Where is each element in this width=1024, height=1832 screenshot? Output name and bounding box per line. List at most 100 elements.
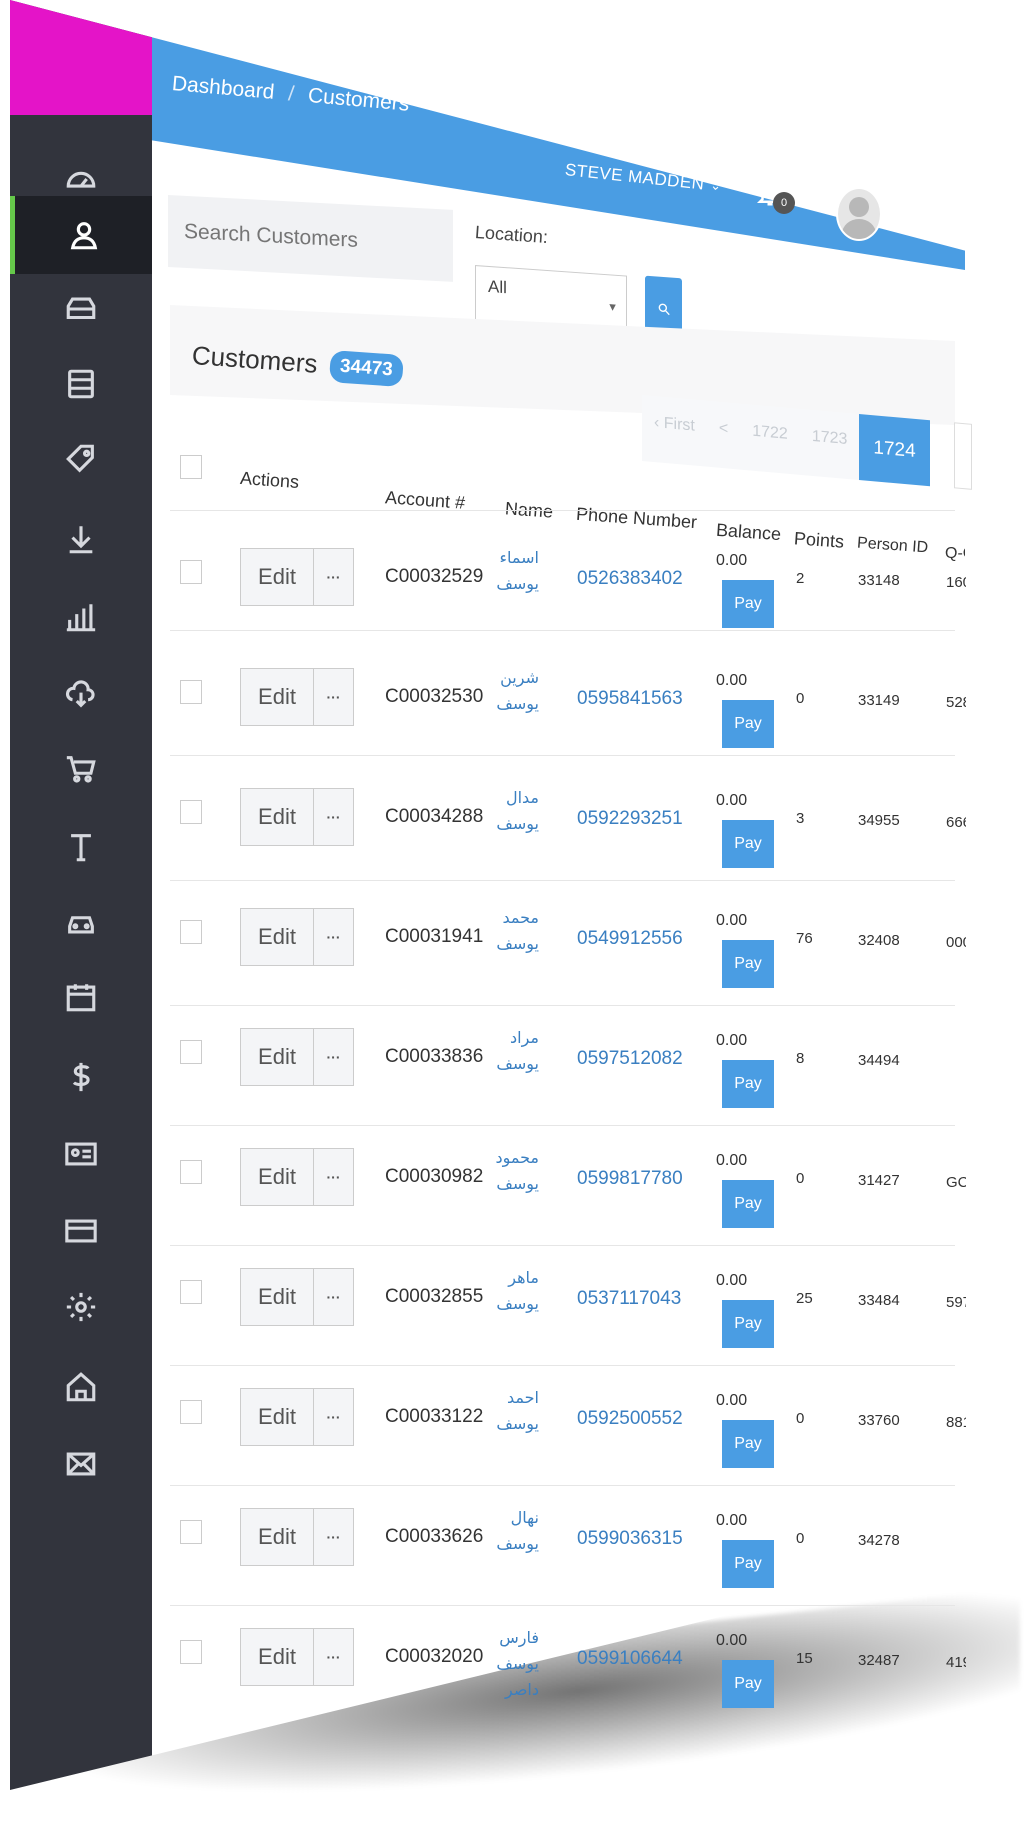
more-options-button[interactable]: ···	[314, 1508, 354, 1566]
row-checkbox[interactable]	[180, 1520, 202, 1544]
pager-page-1722[interactable]: 1722	[740, 403, 800, 475]
col-qc[interactable]: Q-C	[945, 545, 965, 563]
pager-current[interactable]: 1724	[859, 414, 930, 487]
more-options-button[interactable]: ···	[314, 1028, 354, 1086]
customer-name[interactable]: احمد يوسف	[496, 1386, 539, 1438]
points-value: 25	[796, 1290, 813, 1307]
more-options-button[interactable]: ···	[314, 788, 354, 846]
sidebar-item-price-rules[interactable]	[10, 420, 152, 498]
sidebar-item-sales[interactable]	[10, 730, 152, 808]
col-balance[interactable]: Balance	[715, 520, 781, 545]
sidebar-item-customers[interactable]	[10, 196, 152, 274]
notifications-button[interactable]: 0	[755, 178, 795, 218]
sidebar-item-settings[interactable]	[10, 1268, 152, 1346]
row-checkbox[interactable]	[180, 1040, 202, 1064]
row-checkbox[interactable]	[180, 680, 202, 704]
pay-button[interactable]: Pay	[722, 1540, 774, 1588]
pay-button[interactable]: Pay	[722, 1300, 774, 1348]
pay-button[interactable]: Pay	[722, 580, 774, 628]
more-options-button[interactable]: ···	[314, 548, 354, 606]
pay-button[interactable]: Pay	[722, 1180, 774, 1228]
search-input[interactable]	[168, 195, 453, 282]
phone-number[interactable]: 0537117043	[577, 1288, 681, 1310]
customer-name[interactable]: نهال يوسف	[496, 1506, 539, 1558]
balance-value: 0.00	[716, 1392, 748, 1409]
avatar[interactable]	[836, 187, 882, 241]
more-options-button[interactable]: ···	[314, 668, 354, 726]
edit-button[interactable]: Edit	[240, 1508, 314, 1566]
more-options-button[interactable]: ···	[314, 1628, 354, 1686]
phone-number[interactable]: 0599036315	[577, 1528, 683, 1550]
sidebar-item-deliveries[interactable]	[10, 655, 152, 733]
customer-name[interactable]: محمد يوسف	[496, 906, 539, 958]
sidebar-item-vehicles[interactable]	[10, 883, 152, 961]
row-checkbox[interactable]	[180, 920, 202, 944]
phone-number[interactable]: 0592500552	[577, 1408, 683, 1430]
customer-name[interactable]: شرين يوسف	[496, 666, 539, 718]
name-line-1: مدال	[505, 790, 539, 807]
edit-button[interactable]: Edit	[240, 548, 314, 606]
customer-name[interactable]: مدال يوسف	[496, 786, 539, 838]
pay-button[interactable]: Pay	[722, 1660, 774, 1708]
customer-name[interactable]: مراد يوسف	[496, 1026, 539, 1078]
pager-prev[interactable]: <	[706, 400, 741, 470]
pager-first[interactable]: ‹ First	[642, 395, 707, 467]
phone-number[interactable]: 0599106644	[577, 1648, 683, 1670]
sidebar-item-employees[interactable]	[10, 1115, 152, 1193]
pay-button[interactable]: Pay	[722, 1420, 774, 1468]
phone-number[interactable]: 0595841563	[577, 688, 683, 710]
sidebar-item-reports[interactable]	[10, 578, 152, 656]
more-options-button[interactable]: ···	[314, 1388, 354, 1446]
pay-button[interactable]: Pay	[722, 1060, 774, 1108]
row-actions: Edit ···	[240, 788, 354, 846]
sidebar-item-locations[interactable]	[10, 1348, 152, 1426]
more-options-button[interactable]: ···	[314, 908, 354, 966]
edit-button[interactable]: Edit	[240, 1628, 314, 1686]
pay-button[interactable]: Pay	[722, 700, 774, 748]
sidebar-item-item-kits[interactable]	[10, 345, 152, 423]
edit-button[interactable]: Edit	[240, 668, 314, 726]
more-options-button[interactable]: ···	[314, 1268, 354, 1326]
user-name[interactable]: John Do	[904, 215, 961, 238]
pay-button[interactable]: Pay	[722, 940, 774, 988]
pager-next[interactable]	[953, 422, 972, 490]
bar-chart-icon	[66, 604, 96, 632]
sidebar-item-appointments[interactable]	[10, 808, 152, 886]
pay-button[interactable]: Pay	[722, 820, 774, 868]
row-checkbox[interactable]	[180, 1280, 202, 1304]
phone-number[interactable]: 0526383402	[577, 568, 683, 590]
edit-button[interactable]: Edit	[240, 1028, 314, 1086]
col-actions: Actions	[239, 467, 300, 493]
customer-name[interactable]: اسماء يوسف	[496, 546, 539, 598]
phone-number[interactable]: 0599817780	[577, 1168, 683, 1190]
sidebar-item-receivings[interactable]	[10, 500, 152, 578]
gear-icon	[66, 1292, 96, 1322]
customer-name[interactable]: فارس يوسف داصر	[496, 1626, 539, 1704]
row-checkbox[interactable]	[180, 1640, 202, 1664]
id-card-icon	[65, 1142, 97, 1166]
select-all-checkbox[interactable]	[180, 455, 202, 479]
edit-button[interactable]: Edit	[240, 1148, 314, 1206]
edit-button[interactable]: Edit	[240, 908, 314, 966]
row-checkbox[interactable]	[180, 800, 202, 824]
sidebar-item-items[interactable]	[10, 270, 152, 348]
sidebar-item-gift-cards[interactable]	[10, 1192, 152, 1270]
customer-name[interactable]: محمود يوسف	[495, 1146, 539, 1198]
phone-number[interactable]: 0597512082	[577, 1048, 683, 1070]
sidebar-item-expenses[interactable]	[10, 1038, 152, 1116]
row-checkbox[interactable]	[180, 1160, 202, 1184]
edit-button[interactable]: Edit	[240, 1388, 314, 1446]
sidebar-item-messages[interactable]	[10, 1425, 152, 1503]
app-mockup: Dashboard / Customers STEVE MADDEN ⌄ 0 Joh…	[0, 0, 1024, 1832]
customer-name[interactable]: ماهر يوسف	[496, 1266, 539, 1318]
phone-number[interactable]: 0549912556	[577, 928, 683, 950]
edit-button[interactable]: Edit	[240, 1268, 314, 1326]
phone-number[interactable]: 0592293251	[577, 808, 683, 830]
sidebar-item-calendar[interactable]	[10, 958, 152, 1036]
pager-page-1723[interactable]: 1723	[799, 408, 860, 481]
row-checkbox[interactable]	[180, 560, 202, 584]
row-checkbox[interactable]	[180, 1400, 202, 1424]
col-points[interactable]: Points	[793, 528, 844, 552]
more-options-button[interactable]: ···	[314, 1148, 354, 1206]
edit-button[interactable]: Edit	[240, 788, 314, 846]
